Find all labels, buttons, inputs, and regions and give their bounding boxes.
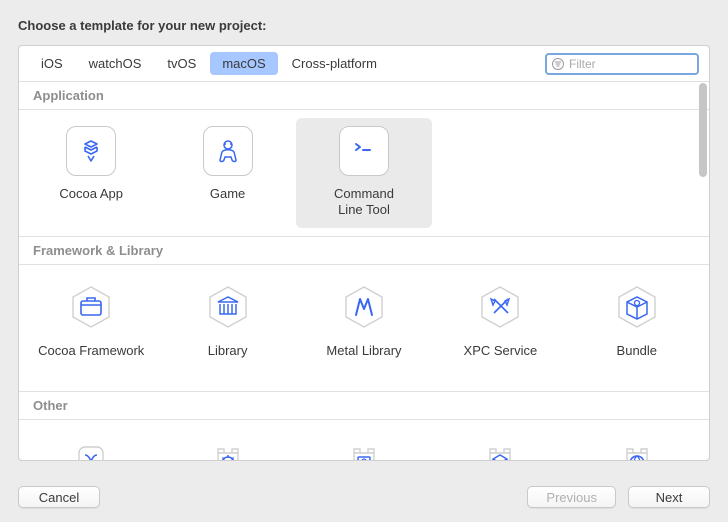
applescript-app-icon [66, 436, 116, 461]
template-cocoa-framework[interactable]: Cocoa Framework [23, 273, 159, 383]
template-scroll[interactable]: Application Cocoa App Game Command Line … [19, 82, 709, 461]
footer: Cancel Previous Next [18, 486, 710, 508]
platform-tabs: iOS watchOS tvOS macOS Cross-platform [19, 46, 709, 82]
template-image-unit[interactable]: Image Unit [569, 428, 705, 461]
section-header-framework: Framework & Library [19, 236, 709, 265]
cancel-button[interactable]: Cancel [18, 486, 100, 508]
template-label: Command Line Tool [334, 186, 394, 219]
contacts-action-icon [339, 436, 389, 461]
template-metal-library[interactable]: Metal Library [296, 273, 432, 383]
game-icon [203, 126, 253, 176]
template-game[interactable]: Game [159, 118, 295, 228]
template-bundle[interactable]: Bundle [569, 273, 705, 383]
template-command-line-tool[interactable]: Command Line Tool [296, 118, 432, 228]
generic-kernel-icon [475, 436, 525, 461]
template-applescript-app[interactable]: AppleScript App [23, 428, 159, 461]
xpc-service-icon [474, 281, 526, 333]
cocoa-framework-icon [65, 281, 117, 333]
command-line-tool-icon [339, 126, 389, 176]
filter-wrap [545, 53, 699, 75]
tab-ios[interactable]: iOS [29, 52, 75, 75]
template-contacts-action[interactable]: Contacts Action [296, 428, 432, 461]
library-icon [202, 281, 254, 333]
tab-macos[interactable]: macOS [210, 52, 277, 75]
section-header-other: Other [19, 391, 709, 420]
template-label: Cocoa Framework [38, 343, 144, 359]
template-label: XPC Service [464, 343, 538, 359]
automator-action-icon [203, 436, 253, 461]
next-button[interactable]: Next [628, 486, 710, 508]
filter-icon [551, 57, 565, 71]
scrollbar[interactable] [699, 83, 707, 177]
template-label: Bundle [617, 343, 657, 359]
bundle-icon [611, 281, 663, 333]
template-label: Cocoa App [59, 186, 123, 202]
template-generic-kernel[interactable]: Generic Kernel [432, 428, 568, 461]
template-library[interactable]: Library [159, 273, 295, 383]
metal-library-icon [338, 281, 390, 333]
previous-button: Previous [527, 486, 616, 508]
page-title: Choose a template for your new project: [18, 18, 710, 33]
tab-tvos[interactable]: tvOS [155, 52, 208, 75]
image-unit-icon [612, 436, 662, 461]
tab-crossplatform[interactable]: Cross-platform [280, 52, 389, 75]
cocoa-app-icon [66, 126, 116, 176]
section-header-application: Application [19, 82, 709, 110]
template-xpc-service[interactable]: XPC Service [432, 273, 568, 383]
template-cocoa-app[interactable]: Cocoa App [23, 118, 159, 228]
filter-input[interactable] [545, 53, 699, 75]
template-label: Library [208, 343, 248, 359]
tab-watchos[interactable]: watchOS [77, 52, 154, 75]
template-label: Metal Library [326, 343, 401, 359]
template-panel: iOS watchOS tvOS macOS Cross-platform Ap… [18, 45, 710, 461]
template-automator-action[interactable]: Automator Action [159, 428, 295, 461]
template-label: Game [210, 186, 245, 202]
